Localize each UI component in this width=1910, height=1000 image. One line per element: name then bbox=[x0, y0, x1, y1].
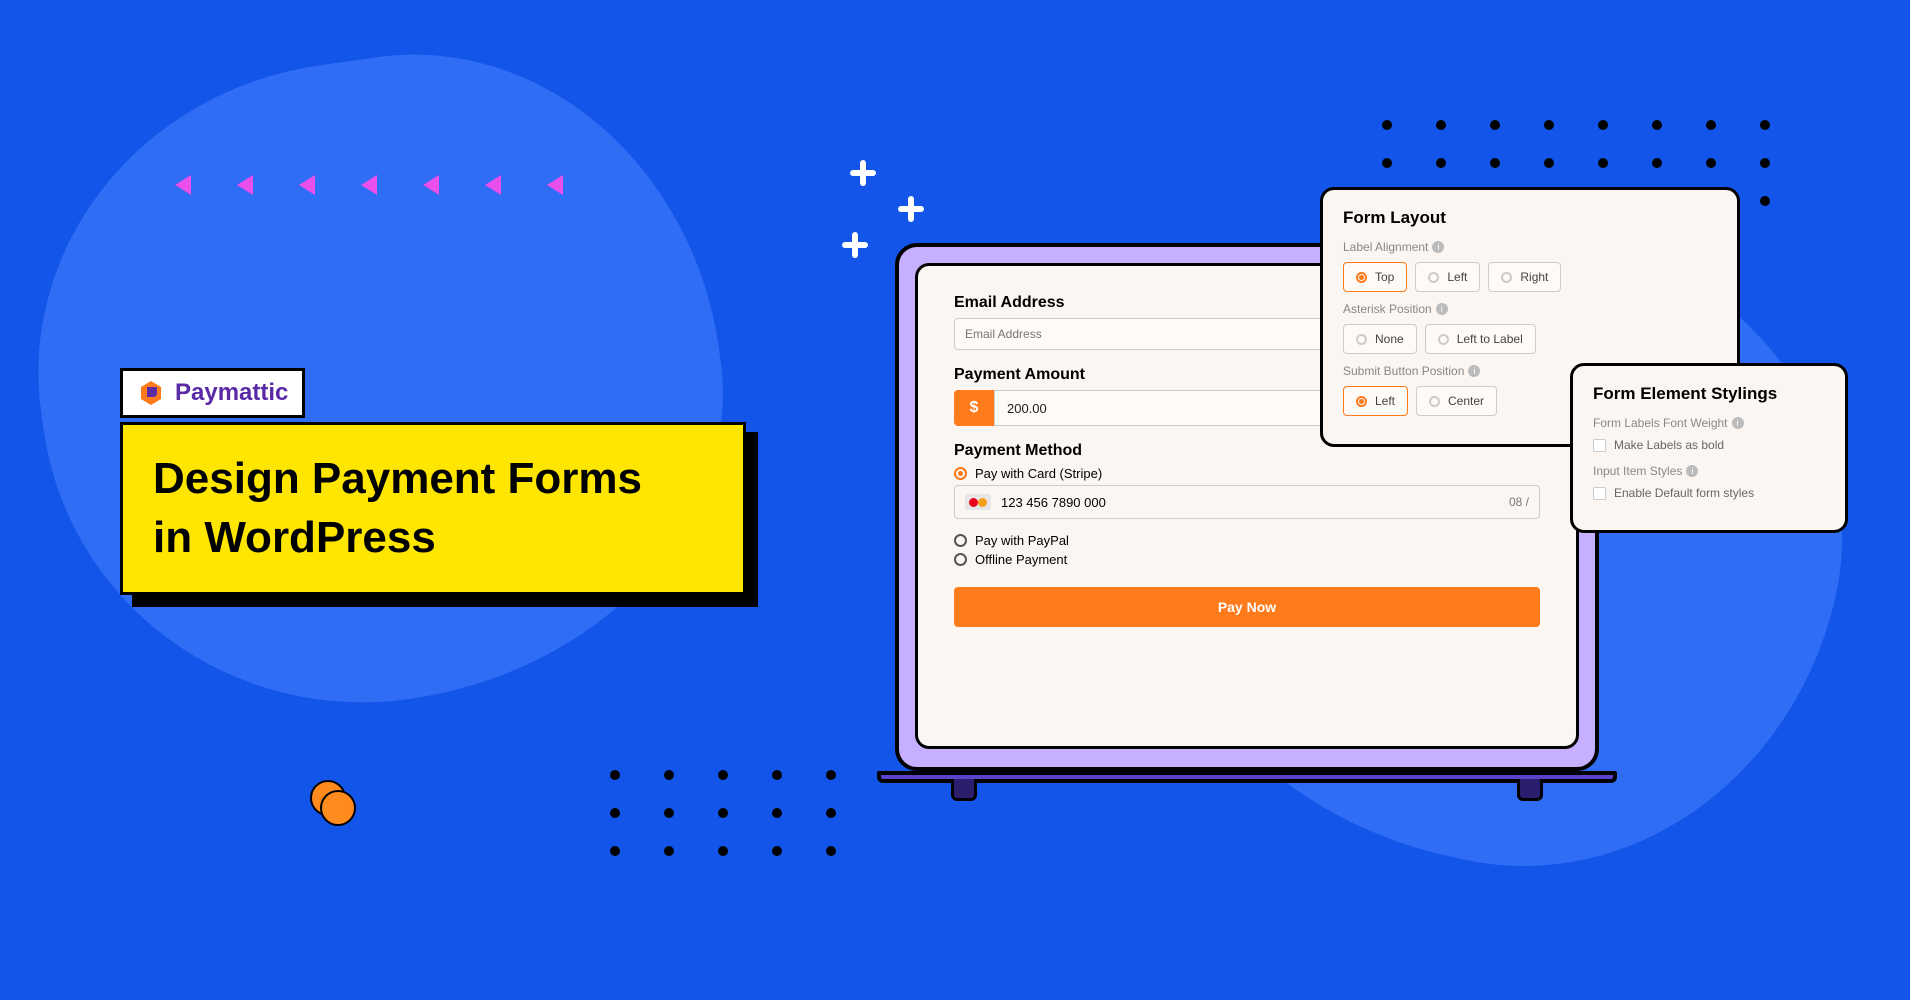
radio-empty-icon bbox=[954, 534, 967, 547]
info-icon[interactable]: i bbox=[1436, 303, 1448, 315]
form-stylings-panel: Form Element Stylings Form Labels Font W… bbox=[1570, 363, 1848, 533]
method-paypal-radio[interactable]: Pay with PayPal bbox=[954, 533, 1540, 548]
mastercard-icon bbox=[965, 494, 991, 510]
info-icon[interactable]: i bbox=[1686, 465, 1698, 477]
method-stripe-radio[interactable]: Pay with Card (Stripe) bbox=[954, 466, 1540, 481]
radio-empty-icon bbox=[954, 553, 967, 566]
currency-icon: $ bbox=[954, 390, 994, 426]
laptop-base bbox=[877, 771, 1617, 783]
label-alignment-label: Label Alignment i bbox=[1343, 240, 1717, 254]
font-weight-label: Form Labels Font Weight i bbox=[1593, 416, 1825, 430]
method-offline-radio[interactable]: Offline Payment bbox=[954, 552, 1540, 567]
triangle-row-icon bbox=[175, 175, 563, 195]
laptop-foot-icon bbox=[951, 779, 977, 801]
laptop-foot-icon bbox=[1517, 779, 1543, 801]
card-expiry-value: 08 / bbox=[1509, 495, 1529, 509]
input-styles-label: Input Item Styles i bbox=[1593, 464, 1825, 478]
submit-center-option[interactable]: Center bbox=[1416, 386, 1497, 416]
panel-title: Form Element Stylings bbox=[1593, 384, 1825, 404]
bold-labels-checkbox[interactable]: Make Labels as bold bbox=[1593, 438, 1825, 452]
checkbox-icon bbox=[1593, 439, 1606, 452]
brand-badge: Paymattic bbox=[120, 368, 305, 418]
panel-title: Form Layout bbox=[1343, 208, 1717, 228]
brand-name: Paymattic bbox=[175, 379, 288, 407]
alignment-left-option[interactable]: Left bbox=[1415, 262, 1480, 292]
asterisk-left-option[interactable]: Left to Label bbox=[1425, 324, 1536, 354]
info-icon[interactable]: i bbox=[1432, 241, 1444, 253]
card-number-field[interactable]: 123 456 7890 000 08 / bbox=[954, 485, 1540, 519]
pay-now-button[interactable]: Pay Now bbox=[954, 587, 1540, 627]
info-icon[interactable]: i bbox=[1468, 365, 1480, 377]
card-number-value: 123 456 7890 000 bbox=[1001, 495, 1106, 510]
checkbox-icon bbox=[1593, 487, 1606, 500]
radio-filled-icon bbox=[954, 467, 967, 480]
dot-grid-bottom bbox=[610, 770, 836, 856]
asterisk-position-label: Asterisk Position i bbox=[1343, 302, 1717, 316]
alignment-right-option[interactable]: Right bbox=[1488, 262, 1561, 292]
info-icon[interactable]: i bbox=[1732, 417, 1744, 429]
title-card: Design Payment Forms in WordPress bbox=[120, 422, 746, 595]
asterisk-none-option[interactable]: None bbox=[1343, 324, 1417, 354]
page-title: Design Payment Forms in WordPress bbox=[153, 449, 713, 568]
submit-left-option[interactable]: Left bbox=[1343, 386, 1408, 416]
alignment-top-option[interactable]: Top bbox=[1343, 262, 1407, 292]
paymattic-logo-icon bbox=[137, 379, 165, 407]
default-styles-checkbox[interactable]: Enable Default form styles bbox=[1593, 486, 1825, 500]
bg-blob-left bbox=[0, 16, 761, 744]
